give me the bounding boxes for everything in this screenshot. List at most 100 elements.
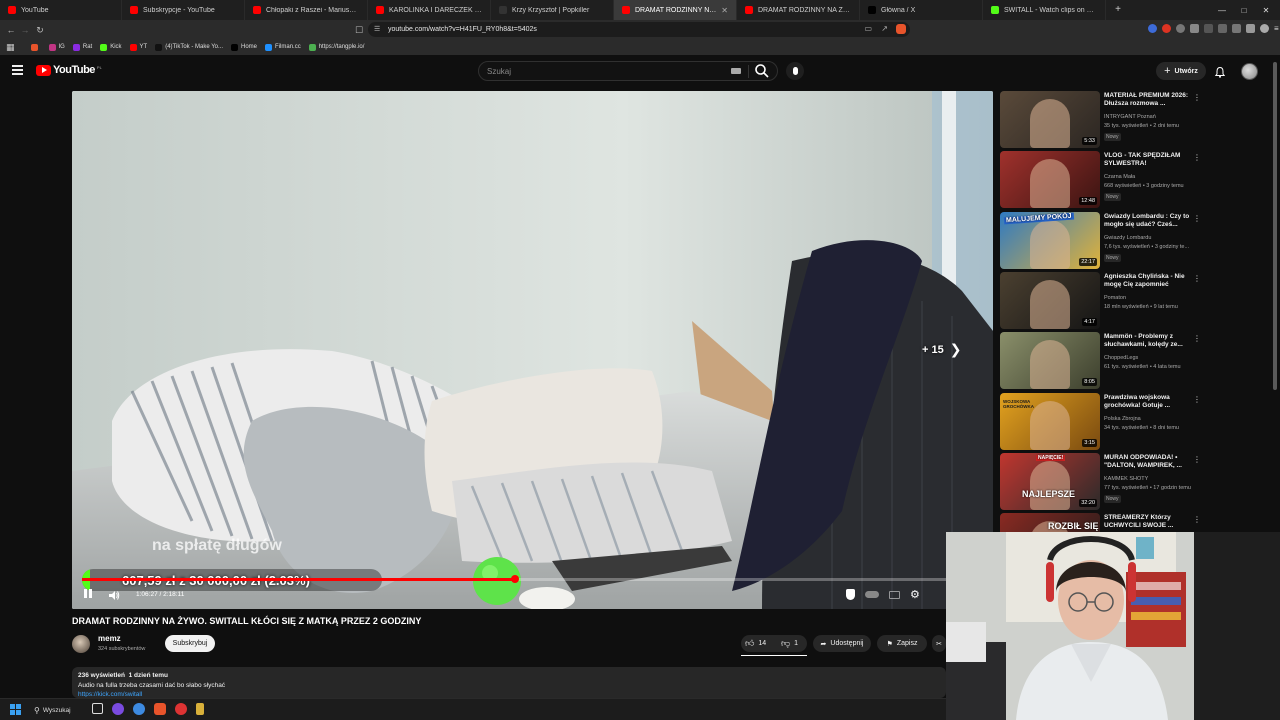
bookmark-icon[interactable]: ☐ <box>352 23 366 37</box>
settings-gear-icon[interactable]: ⚙ <box>910 588 920 601</box>
video-player[interactable]: na spłatę długów 607,59 zł z 30 000,00 z… <box>72 91 993 609</box>
browser-tab[interactable]: Chłopaki z Raszei - Mariusz wymyśli... <box>245 0 368 20</box>
share-button[interactable]: ➦ Udostępnij <box>813 635 871 652</box>
app-icon[interactable] <box>175 703 187 715</box>
extension-icon[interactable] <box>1148 24 1157 33</box>
extension-icon[interactable] <box>1204 24 1213 33</box>
forward-button[interactable]: → <box>18 23 32 37</box>
page-scrollbar[interactable] <box>1273 62 1277 390</box>
music-icon[interactable] <box>1246 24 1255 33</box>
recommended-title[interactable]: Mammön - Problemy z słuchawkami, kolędy … <box>1104 333 1192 350</box>
subscribe-button[interactable]: Subskrybuj <box>165 635 215 652</box>
progress-bar[interactable] <box>82 575 983 583</box>
new-tab-button[interactable]: + <box>1112 4 1124 16</box>
app-icon[interactable] <box>196 703 204 715</box>
recommended-channel[interactable]: Gwiazdy Lombardu <box>1104 235 1151 241</box>
recommended-channel[interactable]: ChoppedLegs <box>1104 355 1138 361</box>
video-thumbnail[interactable]: 22:17 MALUJEMY POKÓJ <box>1000 212 1100 269</box>
bookmark-item[interactable]: (4)TikTok - Make Yo... <box>155 43 223 51</box>
recommended-title[interactable]: Gwiazdy Lombardu : Czy to mogło się udać… <box>1104 213 1192 230</box>
recommended-title[interactable]: Agnieszka Chylińska - Nie mogę Cię zapom… <box>1104 273 1192 290</box>
recommended-channel[interactable]: Polska Zbrojna <box>1104 416 1141 422</box>
browser-tab[interactable]: Główna / X <box>860 0 983 20</box>
brave-browser-icon[interactable] <box>154 703 166 715</box>
recommended-channel[interactable]: Czarna Mała <box>1104 174 1135 180</box>
dislike-button[interactable]: 👎︎ 1 <box>781 638 798 649</box>
browser-tab[interactable]: KAROLINKA I DARECZEK - YouTube <box>368 0 491 20</box>
video-thumbnail[interactable]: 12:48 <box>1000 151 1100 208</box>
extension-icon[interactable] <box>1176 24 1185 33</box>
taskbar-search[interactable]: ⚲ Wyszukaj <box>34 703 80 717</box>
create-button[interactable]: + Utwórz <box>1156 62 1206 80</box>
bookmark-item[interactable]: Filman.cc <box>265 43 301 51</box>
search-button[interactable] <box>754 63 770 79</box>
extension-icon[interactable] <box>1190 24 1199 33</box>
bookmark-item[interactable]: Rat <box>72 43 92 51</box>
bookmark-item[interactable]: YT <box>129 43 147 51</box>
puzzle-icon[interactable] <box>1232 24 1241 33</box>
recommended-title[interactable]: MATERIAŁ PREMIUM 2026: Dłuższa rozmowa .… <box>1104 92 1192 109</box>
bookmark-item[interactable]: https://tangple.io/ <box>308 43 364 51</box>
minimize-button[interactable]: — <box>1211 0 1233 20</box>
recommended-video[interactable]: 5:33 MATERIAŁ PREMIUM 2026: Dłuższa rozmo… <box>1000 91 1201 148</box>
recommended-video[interactable]: ROZBIŁ SIĘ STREAMERZY Którzy UCHWYCILI SW… <box>1000 513 1200 532</box>
browser-tab[interactable]: YouTube <box>0 0 122 20</box>
channel-avatar[interactable] <box>72 635 90 653</box>
close-window-button[interactable]: ✕ <box>1255 0 1277 20</box>
captions-icon[interactable] <box>889 590 900 599</box>
apps-icon[interactable]: ▦ <box>6 42 15 53</box>
recommended-video[interactable]: 32:20 NAPIĘCIE! NAJLEPSZE MURAN ODPOWIADA! … <box>1000 453 1201 510</box>
bookmark-item[interactable]: Home <box>231 43 257 51</box>
recommended-video[interactable]: 22:17 MALUJEMY POKÓJ Gwiazdy Lombardu : Cz… <box>1000 212 1201 269</box>
extension-icon[interactable] <box>1162 24 1171 33</box>
menu-icon[interactable]: ≡ <box>1274 24 1280 33</box>
youtube-logo[interactable]: YouTube PL <box>36 64 102 76</box>
volume-button[interactable] <box>108 588 120 606</box>
start-button[interactable] <box>10 704 21 715</box>
more-options-icon[interactable]: ⋮ <box>1193 395 1201 404</box>
recommended-title[interactable]: VLOG - TAK SPĘDZIŁAM SYLWESTRA! <box>1104 152 1192 169</box>
more-options-icon[interactable]: ⋮ <box>1193 515 1200 524</box>
share-icon[interactable]: ↗ <box>881 24 888 33</box>
install-icon[interactable]: ▭ <box>864 24 872 33</box>
hamburger-menu-icon[interactable] <box>12 65 23 75</box>
recommended-title[interactable]: STREAMERZY Którzy UCHWYCILI SWOJE ... <box>1104 514 1192 531</box>
recommended-video[interactable]: 12:48 VLOG - TAK SPĘDZIŁAM SYLWESTRA! Czar… <box>1000 151 1201 208</box>
description-box[interactable]: 236 wyświetleń 1 dzień temu Audio na ful… <box>72 667 946 698</box>
voice-search-button[interactable] <box>786 62 804 80</box>
more-options-icon[interactable]: ⋮ <box>1193 214 1201 223</box>
more-options-icon[interactable]: ⋮ <box>1193 274 1201 283</box>
recommended-title[interactable]: MURAN ODPOWIADA! • "DALTON, WAMPIREK, ..… <box>1104 454 1192 471</box>
bookmark-item[interactable]: Kick <box>100 43 122 51</box>
profile-icon[interactable] <box>1260 24 1269 33</box>
url-input[interactable]: ☰ youtube.com/watch?v=H41FU_RY0h8&t=5402… <box>368 22 910 37</box>
maximize-button[interactable]: □ <box>1233 0 1255 20</box>
back-button[interactable]: ← <box>4 23 18 37</box>
close-tab-icon[interactable]: ✕ <box>721 6 728 15</box>
more-options-icon[interactable]: ⋮ <box>1193 455 1201 464</box>
search-input[interactable]: Szukaj <box>478 61 778 81</box>
app-icon[interactable] <box>112 703 124 715</box>
recommended-channel[interactable]: KAMMEK SHOTY <box>1104 476 1148 482</box>
recommended-channel[interactable]: Pomaton <box>1104 295 1126 301</box>
like-button[interactable]: 👍︎ 14 <box>745 638 766 649</box>
autoplay-toggle[interactable] <box>865 591 879 598</box>
notifications-bell-icon[interactable] <box>1214 65 1226 78</box>
brave-shield-icon[interactable] <box>896 24 906 34</box>
recommended-video[interactable]: 8:05 Mammön - Problemy z słuchawkami, kol… <box>1000 332 1201 389</box>
more-options-icon[interactable]: ⋮ <box>1193 153 1201 162</box>
more-options-icon[interactable]: ⋮ <box>1193 334 1201 343</box>
recommended-video[interactable]: 3:15 WOJSKOWA GROCHÓWKA Prawdziwa wojskowa… <box>1000 393 1201 450</box>
bookmark-item[interactable] <box>30 43 41 51</box>
more-options-icon[interactable]: ⋮ <box>1193 93 1201 102</box>
account-avatar[interactable] <box>1241 63 1258 80</box>
recommended-title[interactable]: Prawdziwa wojskowa grochówka! Gotuje ... <box>1104 394 1192 411</box>
recommended-video[interactable]: 4:17 Agnieszka Chylińska - Nie mogę Cię z… <box>1000 272 1201 329</box>
description-link[interactable]: https://kick.com/switall <box>78 691 142 697</box>
task-view-icon[interactable] <box>92 703 103 714</box>
reload-button[interactable]: ↻ <box>33 23 47 37</box>
browser-tab[interactable]: DRAMAT RODZINNY NA ŻYWO. SWI... <box>737 0 860 20</box>
channel-name[interactable]: memz <box>98 634 121 643</box>
skip-forward-button[interactable]: + 15 ❯ <box>922 341 961 358</box>
app-icon[interactable] <box>133 703 145 715</box>
